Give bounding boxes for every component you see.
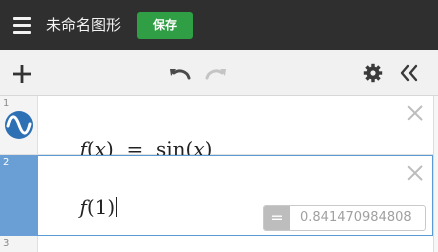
save-button[interactable]: 保存 [137,12,193,39]
result-equals-sign: = [264,206,290,230]
text-cursor [116,197,118,217]
desmos-wave-icon[interactable] [4,110,34,140]
expression-gutter-active[interactable]: 2 [0,155,38,236]
gear-icon[interactable] [363,63,383,83]
plus-icon[interactable] [12,64,32,84]
evaluation-result: = 0.841470984808 [263,205,426,231]
result-value: 0.841470984808 [300,210,412,225]
expression-row-3[interactable]: 3 [0,236,433,252]
double-chevron-left-icon[interactable] [399,64,419,82]
expression-index: 1 [3,98,10,109]
expression-toolbar [0,50,438,96]
delete-expression-close-icon[interactable] [407,105,423,121]
delete-expression-close-icon[interactable] [407,165,423,181]
expression-index: 2 [3,157,10,168]
expression-gutter[interactable]: 1 [0,96,38,154]
redo-icon[interactable] [204,65,228,81]
expression-row-1[interactable]: 1 f(x) = sin(x) [0,96,433,161]
graph-paper-edge[interactable] [433,96,438,252]
hamburger-menu-icon[interactable] [11,15,33,35]
expression-gutter[interactable]: 3 [0,236,38,252]
expression-index: 3 [3,238,10,249]
top-bar: 未命名图形 保存 [0,0,438,50]
graph-title[interactable]: 未命名图形 [46,15,121,35]
undo-icon[interactable] [168,65,192,81]
expression-input[interactable]: f(1) [54,171,118,243]
